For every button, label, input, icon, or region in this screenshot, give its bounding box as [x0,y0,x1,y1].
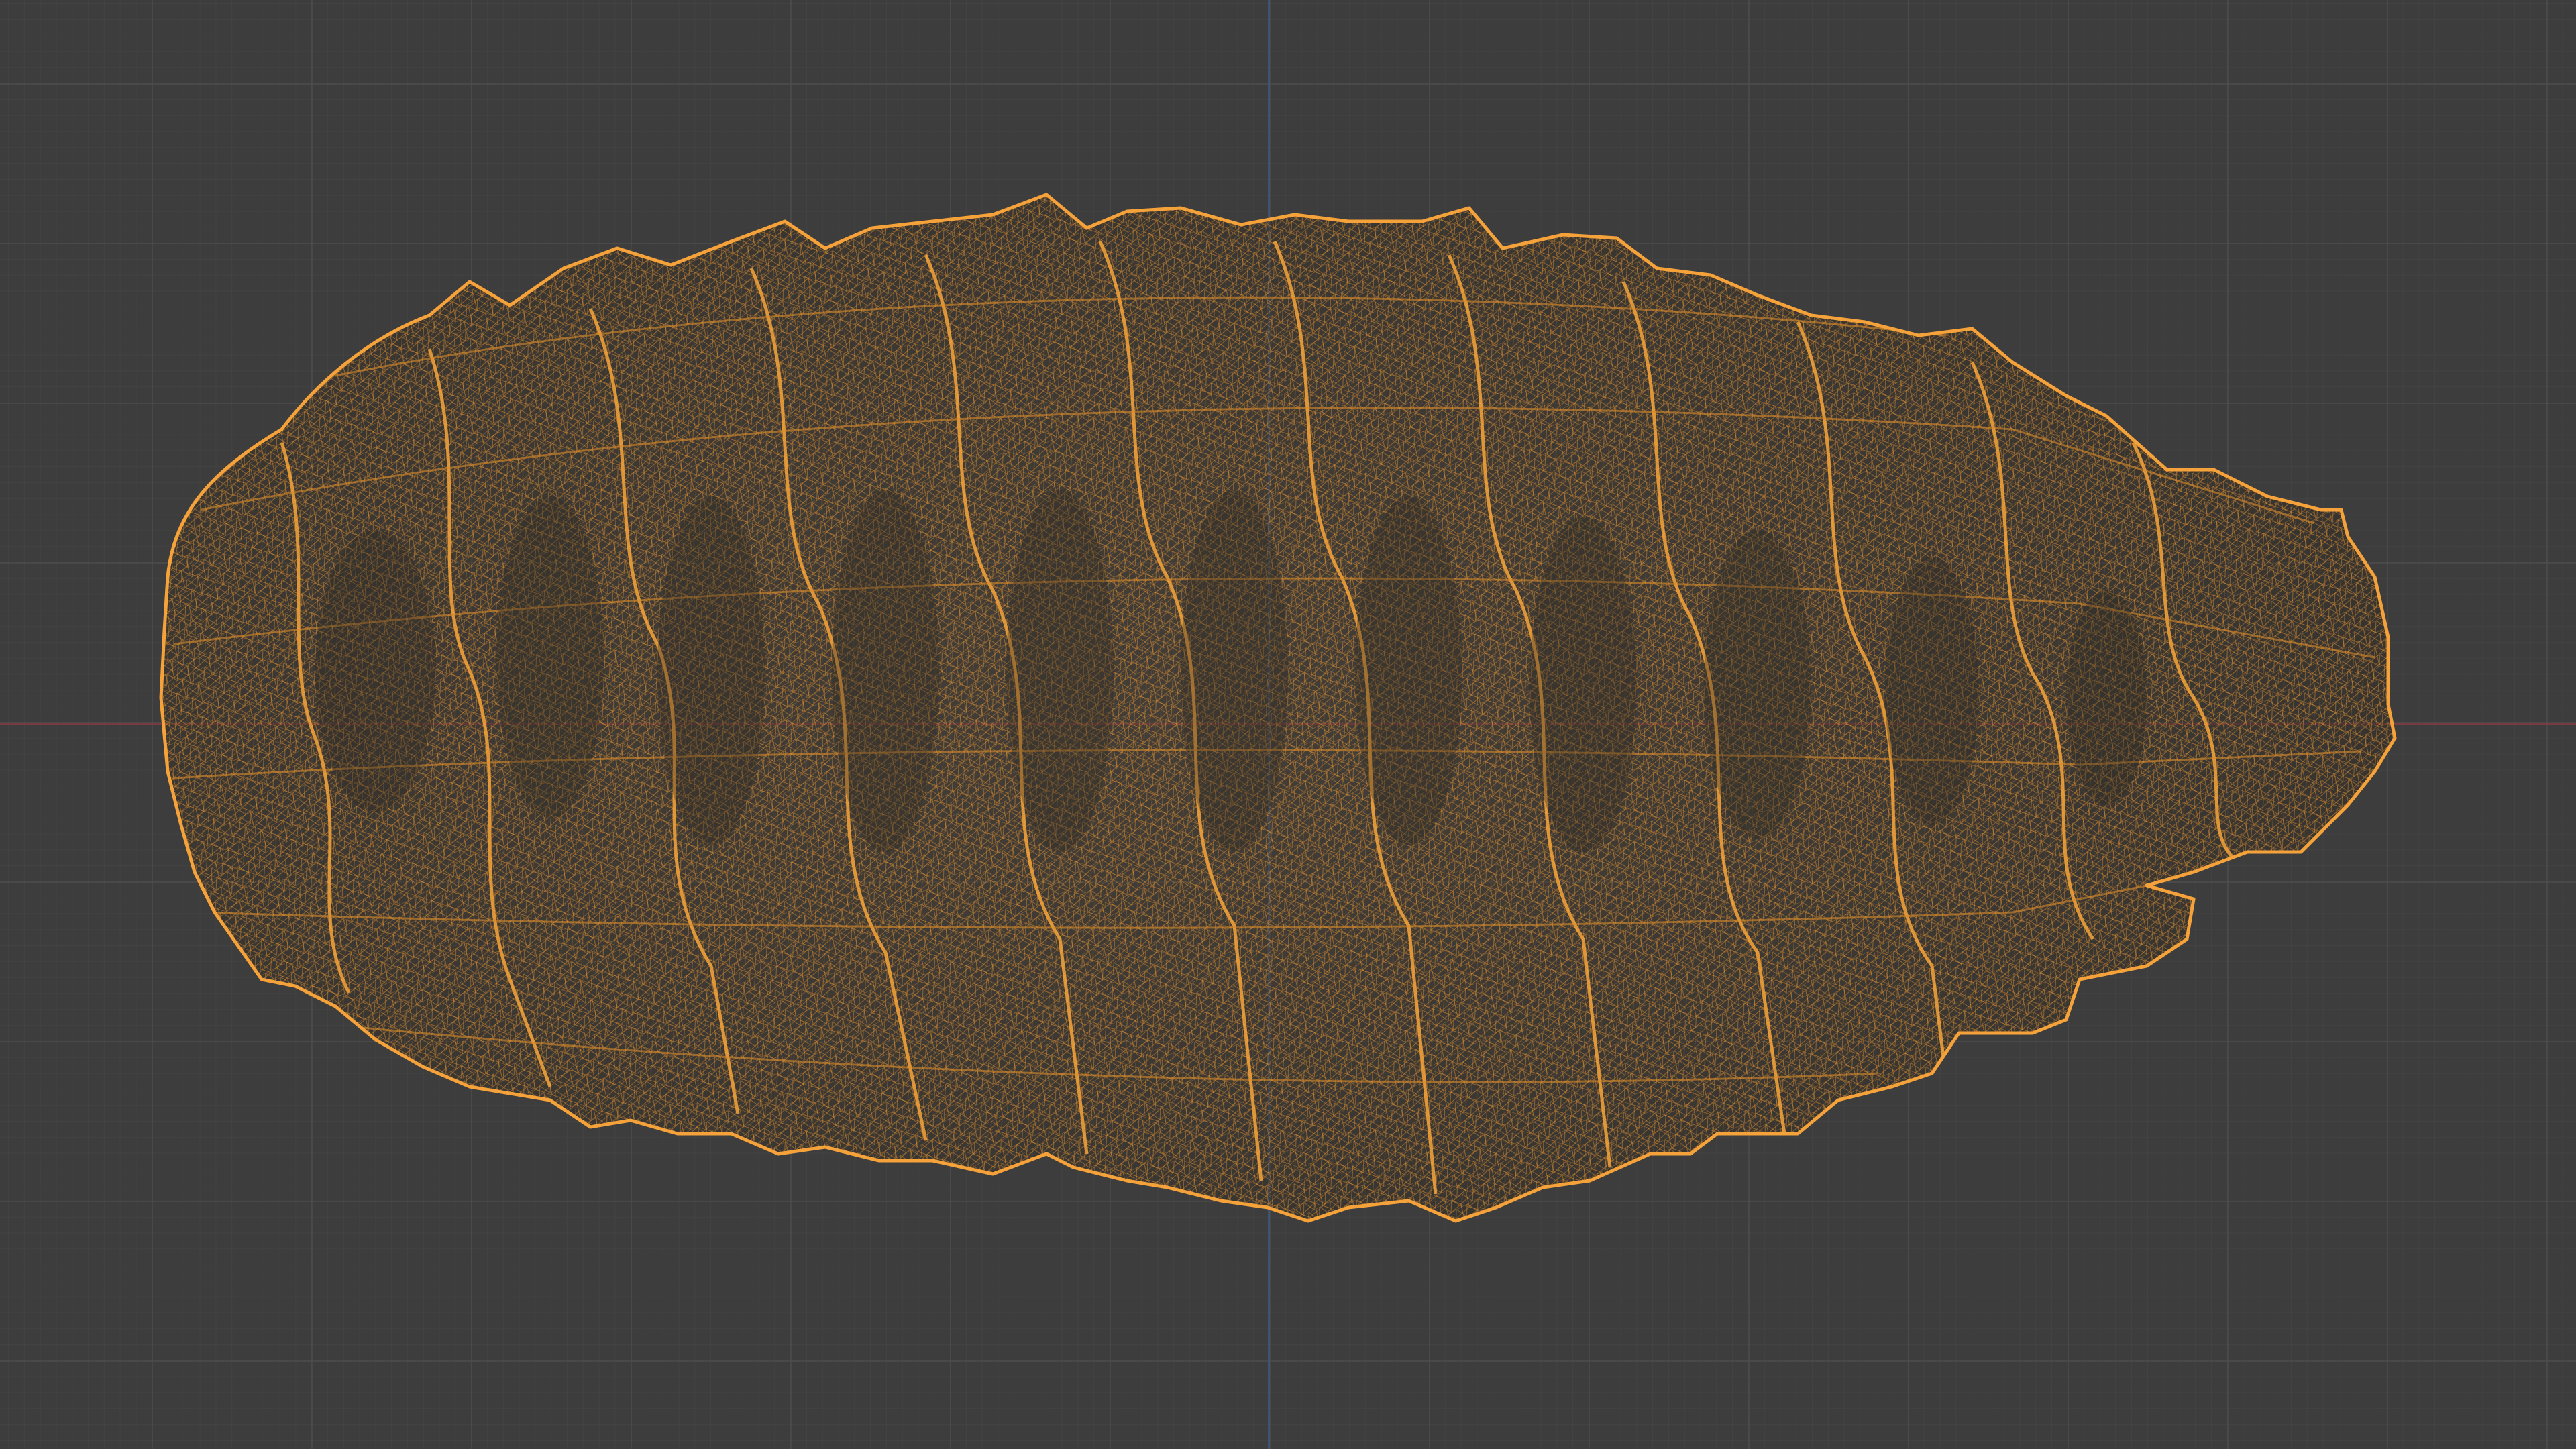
mesh-triangulation [161,195,2395,1221]
3d-viewport[interactable] [0,0,2576,1449]
pinecone-wireframe-mesh[interactable] [0,0,2576,1449]
